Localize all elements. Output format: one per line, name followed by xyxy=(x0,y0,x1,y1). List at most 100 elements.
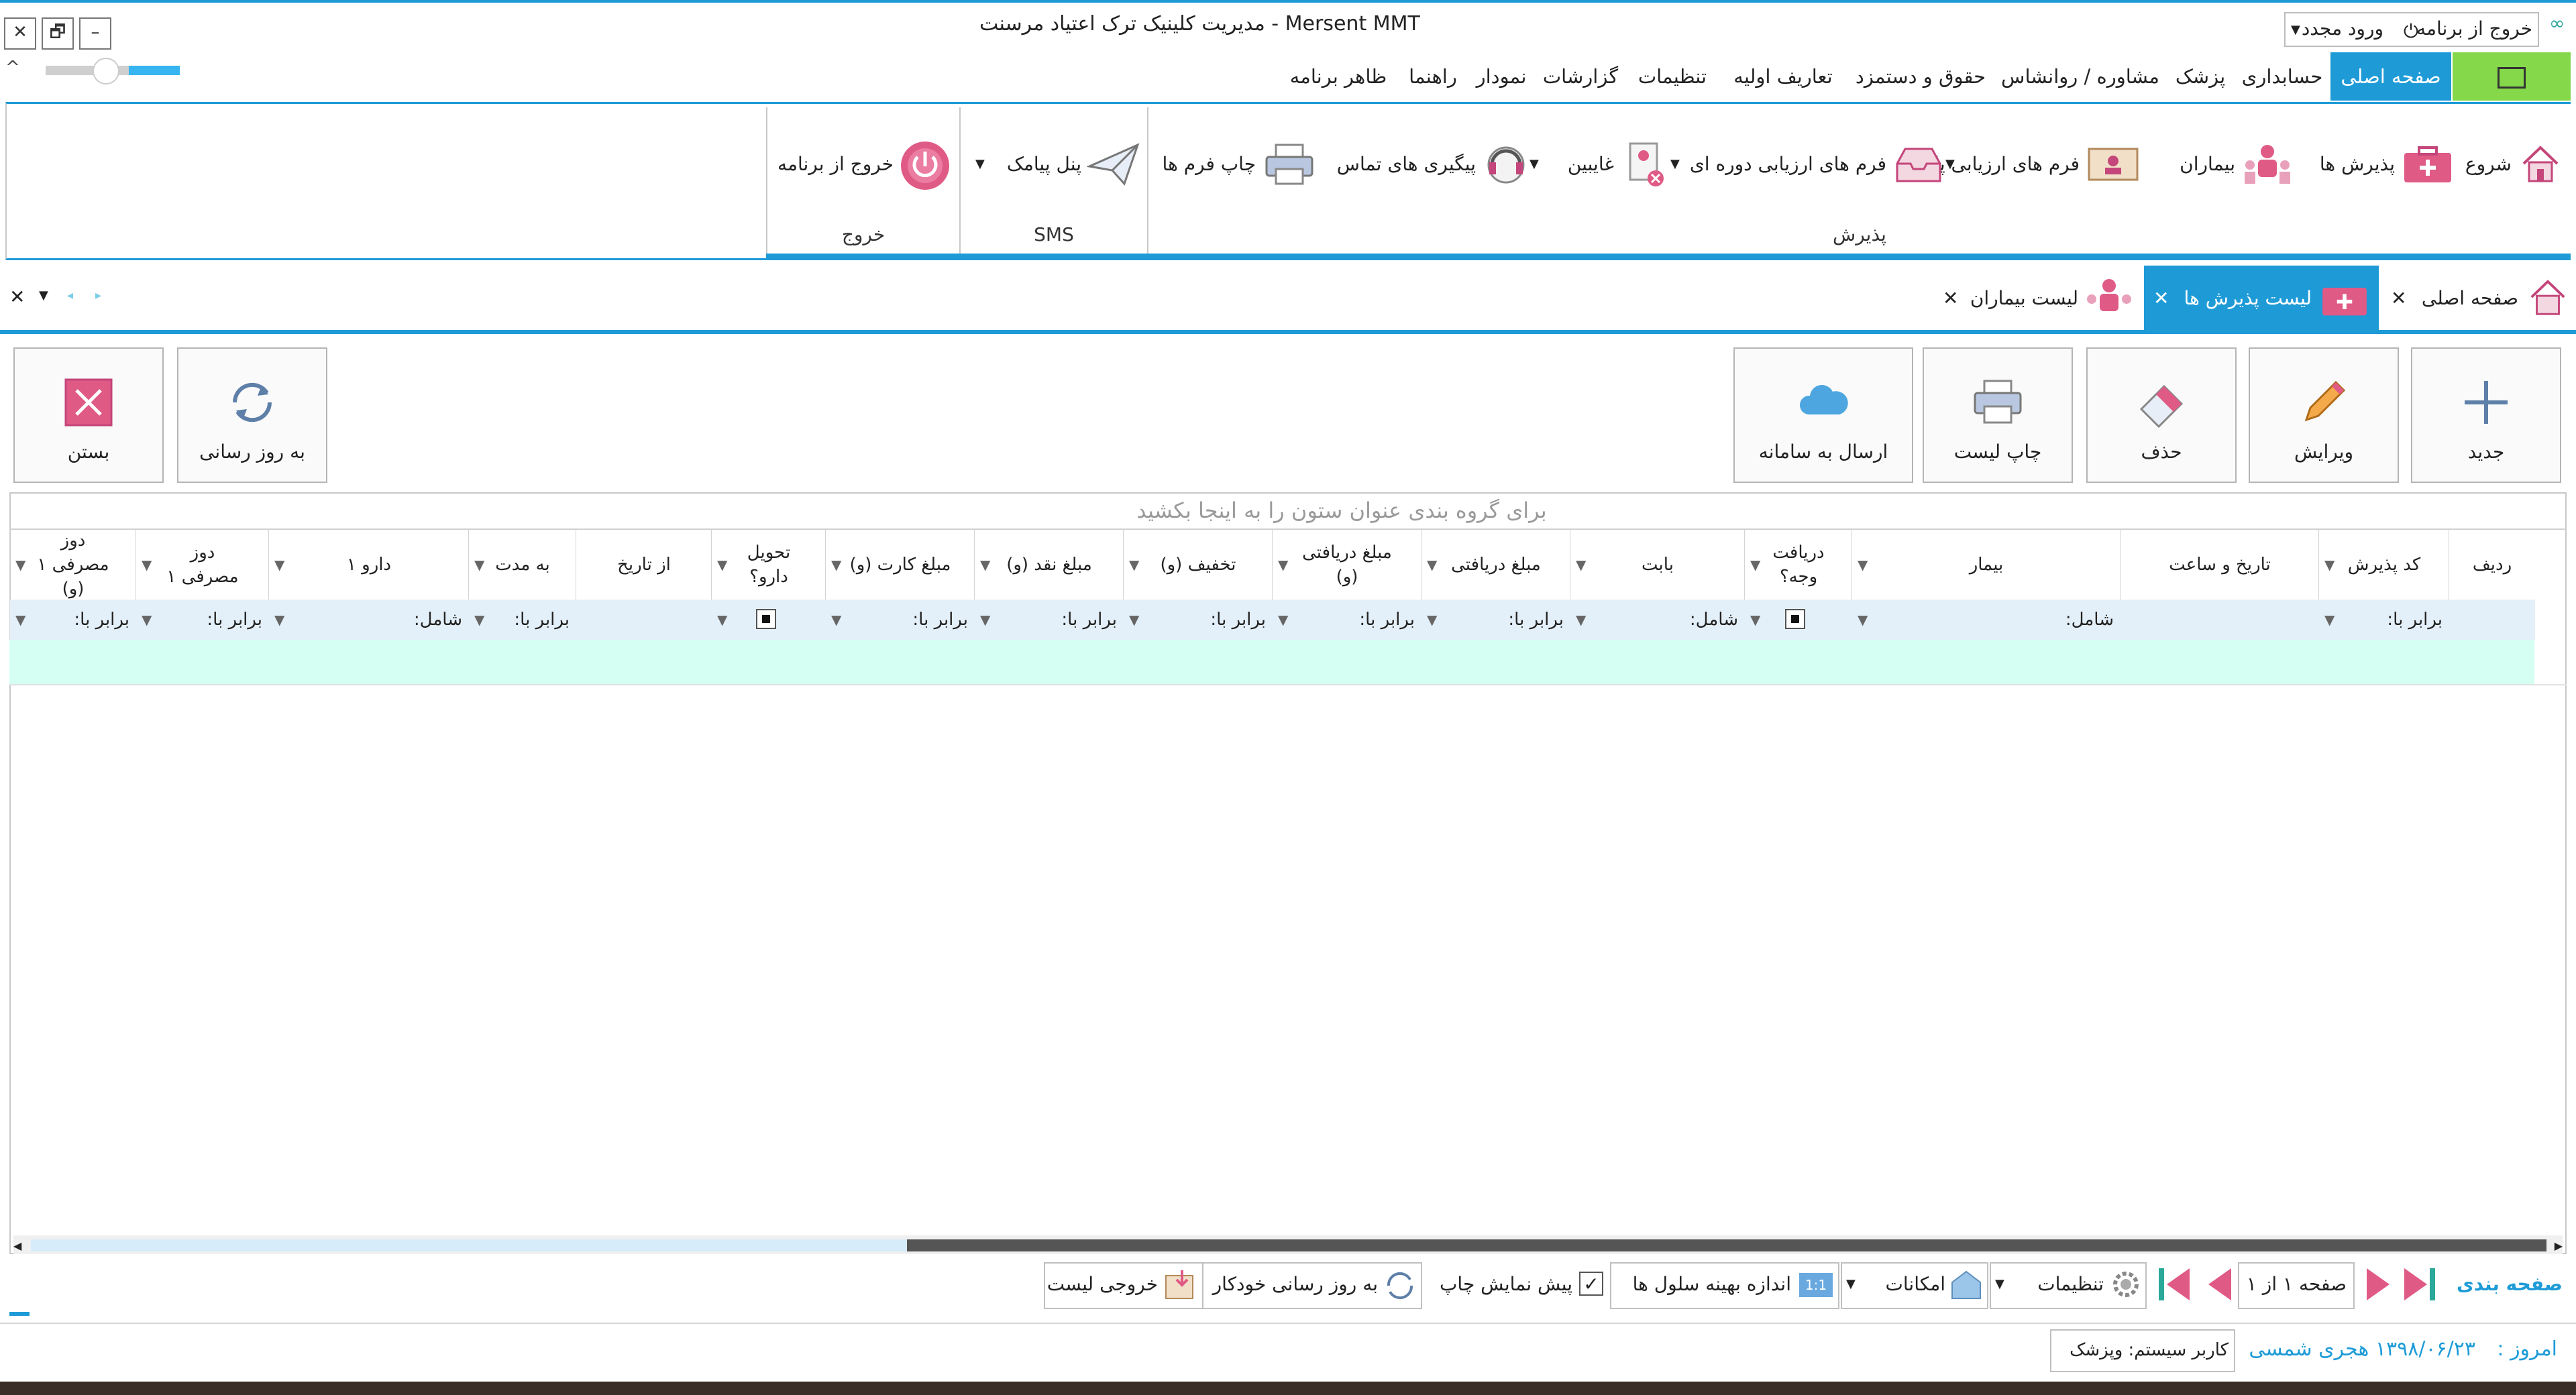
last-page-button[interactable] xyxy=(2151,1261,2195,1308)
filter-cell[interactable]: ▼ xyxy=(711,600,826,640)
edit-button[interactable]: ویرایش xyxy=(2249,347,2399,483)
new-button[interactable]: جدید xyxy=(2411,347,2561,483)
doc-tab-patients-list[interactable]: لیست بیماران ✕ xyxy=(1933,266,2140,331)
app-menu-button[interactable] xyxy=(2453,52,2571,101)
previous-page-button[interactable] xyxy=(2196,1261,2237,1308)
chevron-down-icon[interactable]: ▼ xyxy=(1529,134,1539,194)
column-header-amount-received[interactable]: مبلغ دریافتی ▼ xyxy=(1421,530,1570,600)
filter-cell[interactable] xyxy=(2120,600,2319,640)
close-icon[interactable]: ✕ xyxy=(2153,266,2169,331)
column-header-admission-code[interactable]: کد پذیرش ▼ xyxy=(2318,530,2449,600)
column-header-amount-received-w[interactable]: مبلغ دریافتی (و) ▼ xyxy=(1272,530,1421,600)
next-page-button[interactable] xyxy=(2355,1261,2395,1308)
tab-definitions[interactable]: تعاریف اولیه xyxy=(1720,52,1846,101)
chevron-down-icon[interactable]: ▼ xyxy=(1846,1277,1856,1291)
zoom-slider[interactable] xyxy=(46,58,180,85)
restore-window-button[interactable]: 🗗 xyxy=(42,17,74,50)
scroll-left-icon[interactable]: ◀ xyxy=(13,1239,21,1252)
optimal-cell-size-button[interactable]: 1:1 اندازه بهینه سلول ها xyxy=(1610,1262,1839,1309)
filter-cell[interactable]: برابر با: ▼ xyxy=(468,600,576,640)
collapse-ribbon-icon[interactable]: ^ xyxy=(5,58,20,78)
filter-cell[interactable]: شامل: ▼ xyxy=(268,600,469,640)
tab-doctor[interactable]: پزشک xyxy=(2165,52,2235,101)
column-header-for[interactable]: بابت ▼ xyxy=(1570,530,1745,600)
column-header-cash-amount[interactable]: مبلغ نقد (و) ▼ xyxy=(974,530,1124,600)
checkbox[interactable] xyxy=(1785,609,1805,629)
tab-appearance[interactable]: ظاهر برنامه xyxy=(1281,52,1395,101)
ribbon-sms-panel-button[interactable]: پنل پیامک ▼ xyxy=(975,134,1140,194)
checkbox[interactable] xyxy=(756,609,776,629)
tab-payroll[interactable]: حقوق و دستمزد xyxy=(1847,52,1994,101)
close-button[interactable]: بستن xyxy=(13,347,164,483)
export-list-button[interactable]: خروجی لیست xyxy=(1044,1262,1203,1309)
send-to-system-button[interactable]: ارسال به سامانه xyxy=(1733,347,1913,483)
tab-settings[interactable]: تنظیمات xyxy=(1626,52,1719,101)
checkbox-checked-icon[interactable]: ✓ xyxy=(1579,1272,1603,1296)
auto-refresh-button[interactable]: به روز رسانی خودکار xyxy=(1201,1262,1422,1309)
filter-cell[interactable] xyxy=(2449,600,2535,640)
refresh-button[interactable]: به روز رسانی xyxy=(177,347,327,483)
column-header-card-amount[interactable]: مبلغ کارت (و) ▼ xyxy=(825,530,975,600)
filter-cell[interactable]: برابر با: ▼ xyxy=(2318,600,2449,640)
chevron-down-icon[interactable]: ▼ xyxy=(1995,1277,2004,1291)
features-dropdown[interactable]: امکانات ▼ xyxy=(1841,1262,1988,1309)
ribbon-patients-button[interactable]: بیماران xyxy=(2140,134,2294,194)
ribbon-absent-button[interactable]: غایبین ▼ xyxy=(1529,134,1668,194)
filter-cell[interactable]: برابر با: ▼ xyxy=(136,600,269,640)
horizontal-scrollbar[interactable]: ◀ ▶ xyxy=(13,1235,2563,1254)
scrollbar-thumb[interactable] xyxy=(907,1239,2546,1251)
ribbon-exit-button[interactable]: خروج از برنامه xyxy=(777,134,951,194)
filter-cell[interactable]: برابر با: ▼ xyxy=(9,600,136,640)
tab-accounting[interactable]: حسابداری xyxy=(2237,52,2328,101)
delete-button[interactable]: حذف xyxy=(2086,347,2237,483)
tab-counseling[interactable]: مشاوره / روانشاس xyxy=(1996,52,2164,101)
tab-reports[interactable]: گزارشات xyxy=(1536,52,1625,101)
zoom-slider-thumb[interactable] xyxy=(93,58,119,85)
print-list-button[interactable]: چاپ لیست xyxy=(1923,347,2073,483)
tabs-dropdown-icon[interactable]: ▼ xyxy=(39,288,48,302)
column-header-payment-received[interactable]: دریافت وجه؟ ▼ xyxy=(1744,530,1852,600)
column-header-patient[interactable]: بیمار ▼ xyxy=(1851,530,2121,600)
filter-cell[interactable]: ▼ xyxy=(1744,600,1852,640)
new-row[interactable] xyxy=(9,640,2534,684)
scroll-right-icon[interactable]: ▶ xyxy=(2555,1239,2563,1252)
close-icon[interactable]: ✕ xyxy=(1943,266,1958,331)
column-header-discount[interactable]: تخفیف (و) ▼ xyxy=(1123,530,1273,600)
settings-dropdown[interactable]: تنظیمات ▼ xyxy=(1990,1262,2147,1309)
column-header-drug-1[interactable]: دارو ۱ ▼ xyxy=(268,530,469,600)
tab-chart[interactable]: نمودار xyxy=(1468,52,1535,101)
column-header-duration[interactable]: به مدت ▼ xyxy=(468,530,576,600)
chevron-down-icon[interactable]: ▼ xyxy=(1945,134,1955,194)
relogin-link[interactable]: ورود مجدد xyxy=(2302,17,2383,40)
first-page-button[interactable] xyxy=(2396,1261,2439,1308)
filter-cell[interactable]: برابر با: ▼ xyxy=(1123,600,1273,640)
exit-app-link[interactable]: خروج از برنامه xyxy=(2416,17,2532,40)
chevron-down-icon[interactable]: ▼ xyxy=(1670,134,1680,194)
tab-home[interactable]: صفحه اصلی xyxy=(2330,52,2451,101)
tab-help[interactable]: راهنما xyxy=(1399,52,1466,101)
tabs-scroll-left-icon[interactable]: ◂ xyxy=(67,288,73,302)
print-preview-toggle[interactable]: ✓ پیش نمایش چاپ xyxy=(1429,1261,1606,1308)
column-header-dose-1-w[interactable]: دوز مصرفی ۱ (و) ▼ xyxy=(9,530,136,600)
minimize-window-button[interactable]: – xyxy=(79,17,111,50)
filter-cell[interactable]: برابر با: ▼ xyxy=(825,600,975,640)
column-header-datetime[interactable]: تاریخ و ساعت xyxy=(2120,530,2319,600)
column-header-from-date[interactable]: از تاریخ xyxy=(576,530,712,600)
close-window-button[interactable]: ✕ xyxy=(4,17,36,50)
column-header-drug-delivery[interactable]: تحویل دارو؟ ▼ xyxy=(711,530,826,600)
doc-tab-admissions-list[interactable]: لیست پذیرش ها ✕ xyxy=(2144,266,2379,331)
ribbon-admissions-button[interactable]: پذیرش ها xyxy=(2294,134,2455,194)
close-icon[interactable]: ✕ xyxy=(2391,266,2406,331)
filter-cell[interactable] xyxy=(576,600,712,640)
chevron-down-icon[interactable]: ▼ xyxy=(975,134,985,194)
ribbon-print-forms-button[interactable]: چاپ فرم ها xyxy=(1163,134,1316,194)
filter-cell[interactable]: برابر با: ▼ xyxy=(1272,600,1421,640)
tabs-scroll-right-icon[interactable]: ▸ xyxy=(95,288,101,302)
chevron-down-icon[interactable]: ▼ xyxy=(2291,23,2300,37)
filter-cell[interactable]: برابر با: ▼ xyxy=(974,600,1124,640)
column-header-row-no[interactable]: ردیف xyxy=(2449,530,2535,600)
close-all-tabs-icon[interactable]: ✕ xyxy=(9,286,25,308)
filter-cell[interactable]: شامل: ▼ xyxy=(1570,600,1745,640)
ribbon-periodic-forms-button[interactable]: فرم های ارزیابی دوره ای ▼ xyxy=(1670,134,1945,194)
ribbon-start-button[interactable]: شروع xyxy=(2455,134,2563,194)
